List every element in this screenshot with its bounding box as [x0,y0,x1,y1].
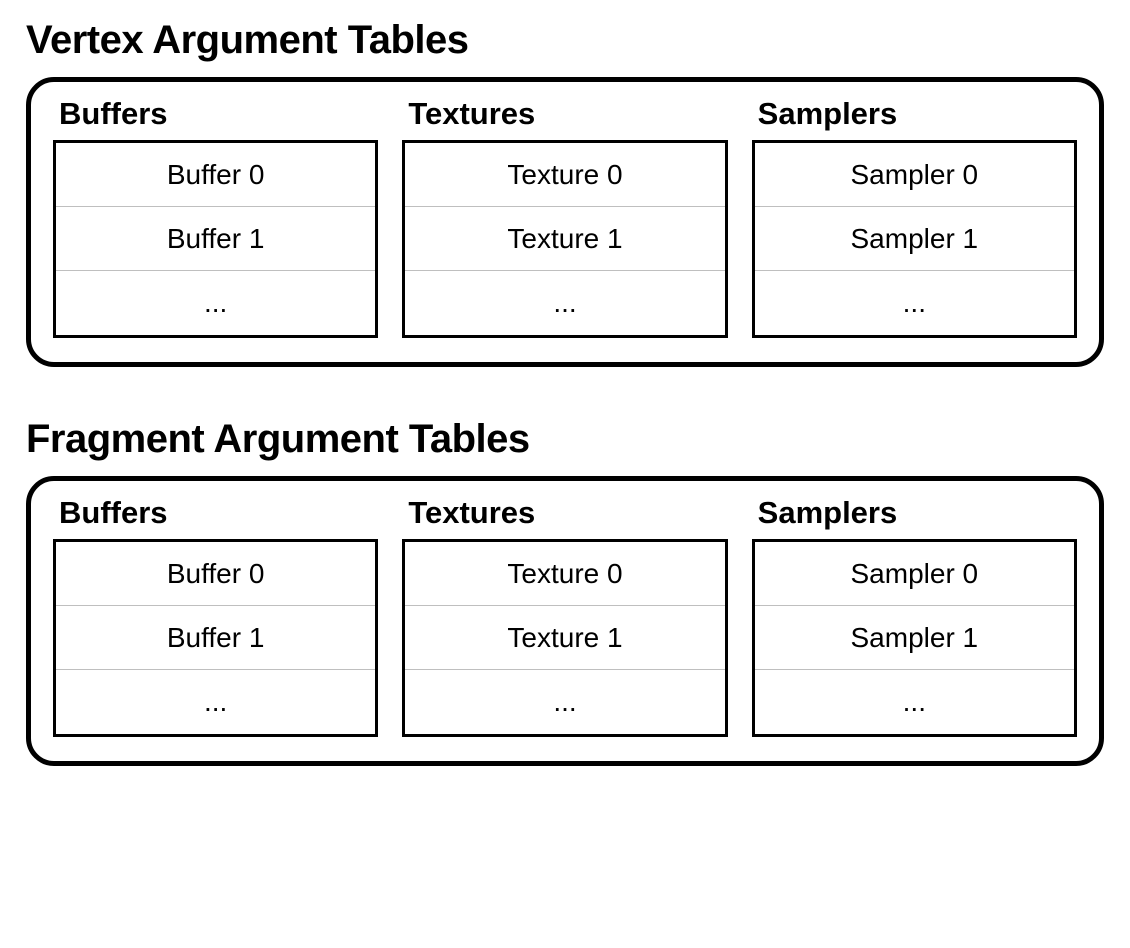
fragment-buffer-row: Buffer 1 [56,606,375,670]
fragment-buffers-column: Buffers Buffer 0 Buffer 1 ... [53,495,378,737]
vertex-section-title: Vertex Argument Tables [26,18,1104,63]
vertex-sampler-row: Sampler 1 [755,207,1074,271]
fragment-texture-row: Texture 1 [405,606,724,670]
fragment-samplers-title: Samplers [758,495,1077,531]
vertex-samplers-table: Sampler 0 Sampler 1 ... [752,140,1077,338]
diagram-root: Vertex Argument Tables Buffers Buffer 0 … [0,0,1130,846]
vertex-textures-title: Textures [408,96,727,132]
fragment-sampler-row: Sampler 1 [755,606,1074,670]
vertex-buffer-row: ... [56,271,375,335]
fragment-section: Fragment Argument Tables Buffers Buffer … [26,417,1104,766]
vertex-texture-row: Texture 1 [405,207,724,271]
vertex-texture-row: ... [405,271,724,335]
fragment-buffers-title: Buffers [59,495,378,531]
vertex-section: Vertex Argument Tables Buffers Buffer 0 … [26,18,1104,367]
fragment-texture-row: ... [405,670,724,734]
fragment-panel: Buffers Buffer 0 Buffer 1 ... Textures T… [26,476,1104,766]
fragment-sampler-row: ... [755,670,1074,734]
fragment-textures-table: Texture 0 Texture 1 ... [402,539,727,737]
fragment-buffer-row: ... [56,670,375,734]
vertex-sampler-row: Sampler 0 [755,143,1074,207]
fragment-sampler-row: Sampler 0 [755,542,1074,606]
vertex-buffers-title: Buffers [59,96,378,132]
vertex-sampler-row: ... [755,271,1074,335]
vertex-texture-row: Texture 0 [405,143,724,207]
vertex-textures-table: Texture 0 Texture 1 ... [402,140,727,338]
fragment-section-title: Fragment Argument Tables [26,417,1104,462]
fragment-samplers-table: Sampler 0 Sampler 1 ... [752,539,1077,737]
fragment-buffer-row: Buffer 0 [56,542,375,606]
vertex-panel: Buffers Buffer 0 Buffer 1 ... Textures T… [26,77,1104,367]
vertex-buffer-row: Buffer 1 [56,207,375,271]
vertex-buffers-table: Buffer 0 Buffer 1 ... [53,140,378,338]
fragment-textures-title: Textures [408,495,727,531]
vertex-buffer-row: Buffer 0 [56,143,375,207]
fragment-texture-row: Texture 0 [405,542,724,606]
vertex-textures-column: Textures Texture 0 Texture 1 ... [402,96,727,338]
vertex-samplers-title: Samplers [758,96,1077,132]
fragment-buffers-table: Buffer 0 Buffer 1 ... [53,539,378,737]
vertex-buffers-column: Buffers Buffer 0 Buffer 1 ... [53,96,378,338]
fragment-samplers-column: Samplers Sampler 0 Sampler 1 ... [752,495,1077,737]
fragment-textures-column: Textures Texture 0 Texture 1 ... [402,495,727,737]
vertex-samplers-column: Samplers Sampler 0 Sampler 1 ... [752,96,1077,338]
